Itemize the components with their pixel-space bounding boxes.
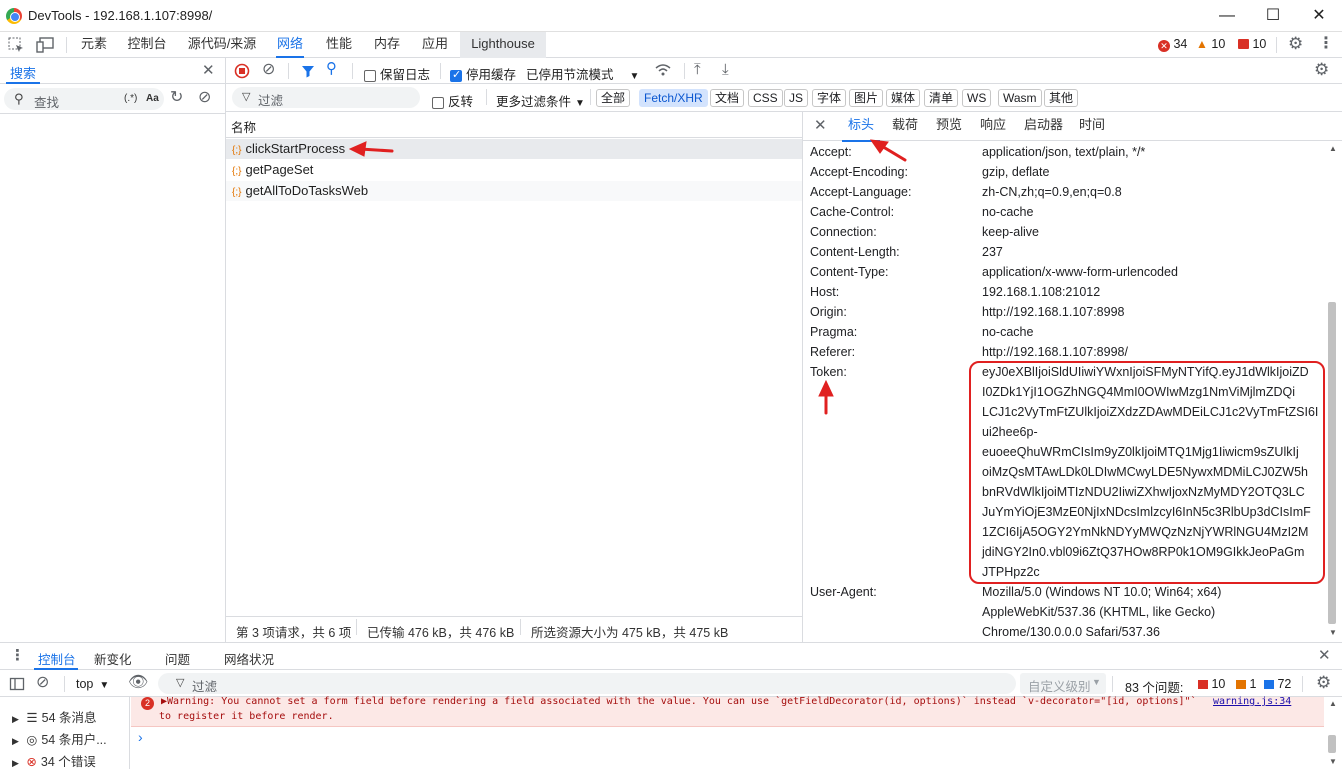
issue-warning-icon <box>1236 680 1246 689</box>
drawer-tab-console[interactable]: 控制台 <box>38 649 76 668</box>
console-filter-input[interactable]: ▽ 过滤 <box>158 673 1016 694</box>
repeat-count-badge: 2 <box>141 697 154 710</box>
drawer-tab-whats-new[interactable]: 新变化 <box>94 649 132 668</box>
console-warning-message: 2 ▶Warning: You cannot set a form field … <box>131 696 1324 727</box>
expand-arrow-icon: ▶ <box>12 736 19 746</box>
sidebar-user-messages[interactable]: ▶ ◎ 54 条用户... <box>12 729 107 748</box>
console-drawer: ⋮ 控制台 新变化 问题 网络状况 ✕ ⊘ top ▼ 👁 ▽ 过滤 自定义级别 … <box>0 642 1342 770</box>
issues-count-label: 83 个问题: <box>1125 681 1184 695</box>
error-circle-icon: ⊗ <box>26 755 37 769</box>
expand-arrow-icon: ▶ <box>12 758 19 768</box>
clear-console-icon[interactable]: ⊘ <box>36 675 49 691</box>
source-link[interactable]: warning.js:34 <box>1213 696 1291 707</box>
user-icon: ◎ <box>26 733 38 747</box>
list-icon: ☰ <box>26 711 38 725</box>
drawer-tab-issues[interactable]: 问题 <box>165 649 190 668</box>
sidebar-errors[interactable]: ▶ ⊗ 34 个错误 <box>12 751 96 770</box>
log-level-select[interactable]: 自定义级别 ▼ <box>1020 673 1106 694</box>
issues-warnings-badge[interactable]: 1 <box>1236 677 1256 691</box>
expand-arrow-icon: ▶ <box>12 714 19 724</box>
console-scrollbar[interactable]: ▲ ▼ <box>1326 699 1338 767</box>
context-select[interactable]: top ▼ <box>76 677 109 691</box>
issues-errors-badge[interactable]: 10 <box>1198 677 1225 691</box>
issues-info-badge[interactable]: 72 <box>1264 677 1291 691</box>
drawer-menu-icon[interactable]: ⋮ <box>10 648 25 664</box>
funnel-icon: ▽ <box>176 677 185 689</box>
console-settings-icon[interactable]: ⚙ <box>1316 674 1331 691</box>
close-drawer-icon[interactable]: ✕ <box>1318 648 1331 664</box>
live-expression-eye-icon[interactable]: 👁 <box>128 675 148 691</box>
dropdown-caret-icon: ▼ <box>99 680 110 691</box>
issue-info-icon <box>1264 680 1274 689</box>
dropdown-caret-icon: ▼ <box>1092 677 1101 687</box>
console-sidebar-icon[interactable] <box>9 676 25 695</box>
sidebar-messages[interactable]: ▶ ☰ 54 条消息 <box>12 707 97 726</box>
issue-error-icon <box>1198 680 1208 689</box>
console-prompt[interactable]: › <box>138 729 143 745</box>
drawer-tab-network-conditions[interactable]: 网络状况 <box>224 649 274 668</box>
